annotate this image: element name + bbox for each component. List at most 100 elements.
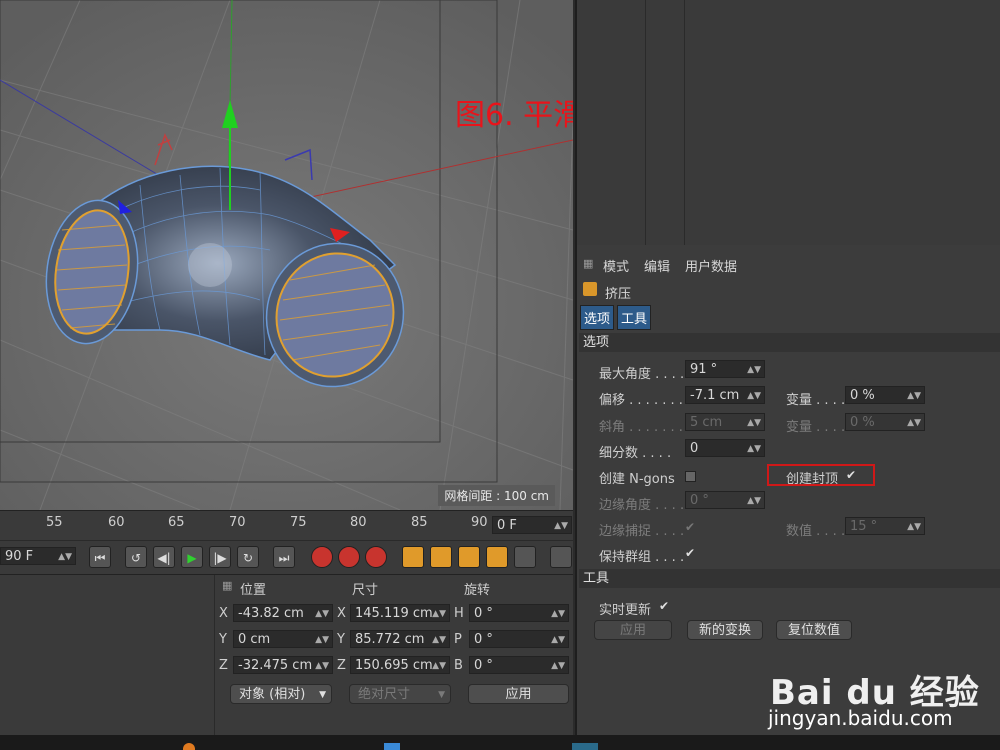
variation2-value: 0 % <box>850 415 875 430</box>
rot-p-field[interactable]: 0 ° ▲▼ <box>469 630 569 648</box>
taskbar <box>0 735 1000 750</box>
transport-bar: 90 F ▲▼ ⏮ ↺ ◀| ▶ |▶ ↻ ⏭ <box>0 540 573 575</box>
preserve-groups-checkbox[interactable]: ✔ <box>685 546 695 560</box>
variation-value: 0 % <box>850 388 875 403</box>
new-transform-label: 新的变换 <box>698 623 751 638</box>
variation-text: 变量 <box>786 393 813 408</box>
film-icon[interactable] <box>550 546 572 568</box>
rot-p-value: 0 ° <box>474 632 493 647</box>
object-manager[interactable] <box>577 0 1000 245</box>
create-caps-checkbox[interactable]: ✔ <box>846 468 856 482</box>
max-angle-label: 最大角度 . . . . <box>599 367 685 382</box>
app-icon[interactable] <box>183 743 195 750</box>
next-key-button[interactable]: ↻ <box>237 546 259 568</box>
subdivision-field[interactable]: 0 ▲▼ <box>685 439 765 457</box>
next-frame-button[interactable]: |▶ <box>209 546 231 568</box>
rot-b-field[interactable]: 0 ° ▲▼ <box>469 656 569 674</box>
value-field[interactable]: 15 ° ▲▼ <box>845 517 925 535</box>
offset-field[interactable]: -7.1 cm ▲▼ <box>685 386 765 404</box>
column-divider <box>684 0 685 245</box>
variation2-text: 变量 <box>786 420 813 435</box>
size-x-field[interactable]: 145.119 cm ▲▼ <box>350 604 450 622</box>
variation-field[interactable]: 0 % ▲▼ <box>845 386 925 404</box>
rotation-header: 旋转 <box>464 583 491 598</box>
edge-snap-checkbox[interactable]: ✔ <box>685 520 695 534</box>
move-key-icon[interactable] <box>402 546 424 568</box>
annotation-title: 图6. 平滑弯头，增加厚度 <box>455 98 573 133</box>
tab-tools[interactable]: 工具 <box>617 305 652 330</box>
prev-frame-button[interactable]: ◀| <box>153 546 175 568</box>
tab-options[interactable]: 选项 <box>580 305 615 330</box>
rot-axis-label: P <box>454 632 462 647</box>
go-to-start-button[interactable]: ⏮ <box>89 546 111 568</box>
realtime-update-label: 实时更新 <box>599 603 652 618</box>
timeline-tick: 65 <box>168 515 185 530</box>
offset-value: -7.1 cm <box>690 388 740 403</box>
go-to-end-icon: ⏭ <box>278 551 290 565</box>
rot-b-value: 0 ° <box>474 658 493 673</box>
variation-label: 变量 . . . . <box>786 393 846 408</box>
end-frame-field[interactable]: 90 F ▲▼ <box>0 547 76 565</box>
right-panel: ▦ 模式 编辑 用户数据 挤压 选项 工具 选项 最大角度 . . . . 91… <box>575 0 1000 735</box>
max-angle-field[interactable]: 91 ° ▲▼ <box>685 360 765 378</box>
reset-values-button[interactable]: 复位数值 <box>776 620 852 640</box>
play-icon: ▶ <box>187 551 197 565</box>
size-axis-label: Y <box>337 632 345 647</box>
size-axis-label: Z <box>337 658 346 673</box>
scale-key-icon[interactable] <box>430 546 452 568</box>
grip-icon: ▦ <box>222 579 233 592</box>
bevel-text: 斜角 <box>599 420 626 435</box>
rot-axis-label: H <box>454 606 464 621</box>
variation2-label: 变量 . . . . <box>786 420 846 435</box>
3d-viewport[interactable]: 图6. 平滑弯头，增加厚度 网格间距 : 100 cm <box>0 0 573 510</box>
app-icon[interactable] <box>572 743 598 750</box>
offset-label: 偏移 . . . . . . . . <box>599 393 692 408</box>
rot-h-field[interactable]: 0 ° ▲▼ <box>469 604 569 622</box>
pos-axis-label: X <box>219 606 228 621</box>
new-transform-button[interactable]: 新的变换 <box>687 620 763 640</box>
param-key-icon[interactable] <box>486 546 508 568</box>
size-mode-select[interactable]: 绝对尺寸 ▼ <box>349 684 451 704</box>
timeline-ruler[interactable]: 55 60 65 70 75 80 85 90 0 F ▲▼ <box>0 510 573 541</box>
current-frame-value: 0 F <box>497 518 517 533</box>
play-button[interactable]: ▶ <box>181 546 203 568</box>
edge-angle-text: 边缘角度 <box>599 498 652 513</box>
pos-y-field[interactable]: 0 cm ▲▼ <box>233 630 333 648</box>
variation2-field[interactable]: 0 % ▲▼ <box>845 413 925 431</box>
menu-edit[interactable]: 编辑 <box>644 256 670 275</box>
rot-axis-label: B <box>454 658 463 673</box>
value-text: 数值 <box>786 524 813 539</box>
menu-user-data[interactable]: 用户数据 <box>685 256 737 275</box>
attribute-manager: ▦ 模式 编辑 用户数据 挤压 选项 工具 选项 最大角度 . . . . 91… <box>577 250 1000 735</box>
menu-mode[interactable]: 模式 <box>603 256 629 275</box>
rotate-key-icon[interactable] <box>458 546 480 568</box>
help-icon[interactable] <box>365 546 387 568</box>
coords-apply-button[interactable]: 应用 <box>468 684 569 704</box>
chevron-down-icon: ▼ <box>319 690 326 700</box>
app-icon[interactable] <box>384 743 400 750</box>
current-frame-field[interactable]: 0 F ▲▼ <box>492 516 572 534</box>
pos-x-field[interactable]: -43.82 cm ▲▼ <box>233 604 333 622</box>
size-y-field[interactable]: 85.772 cm ▲▼ <box>350 630 450 648</box>
pos-x-value: -43.82 cm <box>238 606 304 621</box>
preserve-groups-label: 保持群组 . . . . <box>599 550 685 565</box>
create-ngons-checkbox[interactable] <box>685 471 696 482</box>
realtime-update-checkbox[interactable]: ✔ <box>659 599 669 613</box>
pla-key-icon[interactable] <box>514 546 536 568</box>
apply-button[interactable]: 应用 <box>594 620 672 640</box>
bevel-field[interactable]: 5 cm ▲▼ <box>685 413 765 431</box>
pos-z-field[interactable]: -32.475 cm ▲▼ <box>233 656 333 674</box>
record-icon[interactable] <box>311 546 333 568</box>
grid-spacing-label: 网格间距 : 100 cm <box>438 485 555 506</box>
pos-y-value: 0 cm <box>238 632 271 647</box>
coords-apply-label: 应用 <box>505 687 532 702</box>
timeline-tick: 70 <box>229 515 246 530</box>
coord-mode-select[interactable]: 对象 (相对) ▼ <box>230 684 332 704</box>
section-tools: 工具 <box>579 569 1000 588</box>
prev-key-button[interactable]: ↺ <box>125 546 147 568</box>
autokey-icon[interactable] <box>338 546 360 568</box>
coordinate-manager: ▦ 位置 尺寸 旋转 X -43.82 cm ▲▼ X 145.119 cm ▲▼ … <box>0 574 573 736</box>
go-to-end-button[interactable]: ⏭ <box>273 546 295 568</box>
edge-angle-field[interactable]: 0 ° ▲▼ <box>685 491 765 509</box>
size-z-field[interactable]: 150.695 cm ▲▼ <box>350 656 450 674</box>
